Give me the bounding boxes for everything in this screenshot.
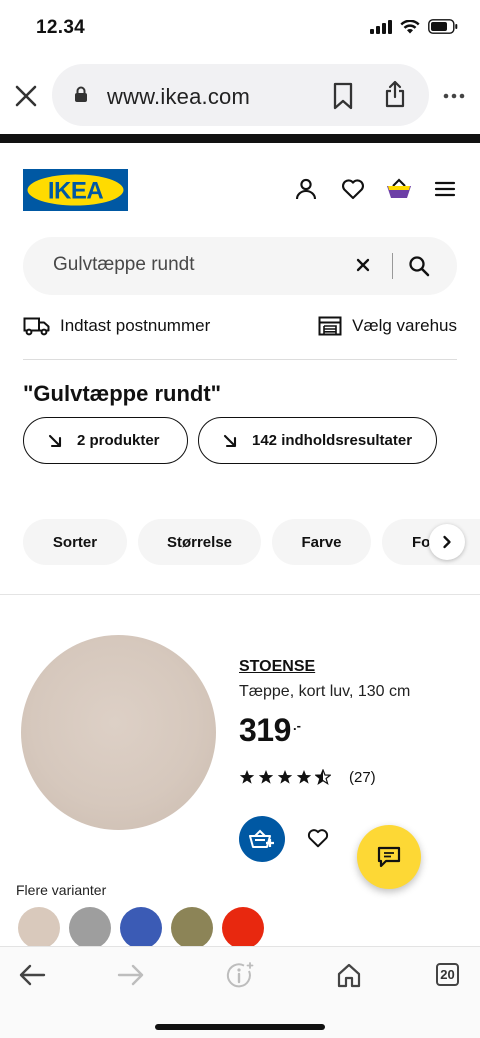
shopping-bag-icon[interactable] [386, 177, 412, 201]
url-text: www.ikea.com [107, 84, 250, 109]
star-icon [258, 770, 274, 784]
close-icon [15, 85, 37, 107]
star-icon [315, 769, 331, 785]
chevron-right-icon [443, 535, 451, 549]
close-tab-button[interactable] [12, 82, 40, 110]
product-description: Tæppe, kort luv, 130 cm [239, 683, 411, 700]
add-to-cart-icon [249, 829, 274, 848]
star-icon [277, 770, 293, 784]
filter-sort[interactable]: Sorter [23, 519, 127, 565]
wifi-icon [400, 19, 420, 33]
back-icon[interactable] [18, 962, 46, 988]
filter-color-label: Farve [301, 533, 342, 551]
product-price: 319 [239, 712, 291, 748]
product-name[interactable]: STOENSE [239, 658, 315, 676]
bookmark-icon[interactable] [332, 82, 354, 110]
store-icon [318, 316, 342, 336]
filter-size[interactable]: Størrelse [138, 519, 261, 565]
review-count[interactable]: (27) [349, 769, 376, 786]
results-heading: "Gulvtæppe rundt" [23, 381, 222, 406]
more-icon[interactable] [443, 93, 465, 99]
share-icon[interactable] [384, 80, 406, 108]
variants-label: Flere varianter [16, 882, 107, 898]
variant-swatch[interactable] [18, 907, 60, 949]
product-price-suffix: .- [293, 718, 301, 733]
search-icon[interactable] [408, 255, 430, 277]
browser-toolbar: 20 [0, 946, 480, 1038]
lock-icon [75, 86, 87, 102]
variant-swatch[interactable] [120, 907, 162, 949]
battery-icon [428, 19, 458, 34]
divider [23, 359, 457, 360]
add-to-favorites-icon[interactable] [307, 827, 329, 849]
filters-scroll-right-button[interactable] [429, 524, 465, 560]
store-label: Vælg varehus [352, 316, 457, 335]
tab-content-label: 142 indholdsresultater [252, 432, 413, 449]
postcode-label: Indtast postnummer [60, 316, 211, 335]
enter-postcode-link[interactable]: Indtast postnummer [23, 316, 210, 336]
clear-search-icon[interactable] [356, 258, 370, 272]
status-time: 12.34 [36, 17, 86, 38]
star-icon [296, 770, 312, 784]
home-icon[interactable] [336, 962, 362, 988]
tabs-count: 20 [440, 967, 455, 982]
filter-sort-label: Sorter [52, 533, 98, 551]
tab-content-results[interactable]: 142 indholdsresultater [198, 417, 437, 464]
add-to-cart-button[interactable] [239, 816, 285, 862]
menu-icon[interactable] [434, 177, 456, 201]
filter-color[interactable]: Farve [272, 519, 371, 565]
browser-bar: www.ikea.com [0, 60, 480, 130]
page-top-border [0, 134, 480, 143]
tab-products-label: 2 produkter [77, 432, 160, 449]
forward-icon[interactable] [117, 962, 145, 988]
arrow-down-right-icon [48, 434, 62, 447]
variant-swatch[interactable] [222, 907, 264, 949]
filter-more-label: Fo [412, 533, 431, 551]
ikea-logo-mark: IKEA [23, 169, 128, 211]
variant-swatch[interactable] [69, 907, 111, 949]
svg-text:IKEA: IKEA [48, 178, 104, 205]
product-rating [239, 769, 331, 785]
search-box [23, 237, 457, 295]
home-indicator [155, 1024, 325, 1030]
delivery-truck-icon [23, 317, 50, 336]
chat-icon [377, 846, 401, 868]
user-icon[interactable] [294, 177, 318, 201]
status-icons [370, 19, 458, 34]
star-icon [239, 770, 255, 784]
filter-size-label: Størrelse [166, 533, 233, 551]
status-bar: 12.34 [0, 0, 480, 56]
address-bar[interactable]: www.ikea.com [52, 64, 429, 126]
choose-store-link[interactable]: Vælg varehus [318, 316, 457, 336]
heart-icon[interactable] [341, 177, 365, 201]
ikea-logo[interactable]: IKEA [23, 169, 128, 211]
search-input[interactable] [53, 254, 333, 276]
arrow-down-right-icon [223, 434, 237, 447]
page-info-icon[interactable] [226, 962, 256, 990]
tabs-button[interactable]: 20 [436, 963, 459, 986]
search-divider [392, 253, 393, 279]
variant-swatch[interactable] [171, 907, 213, 949]
chat-button[interactable] [357, 825, 421, 889]
product-image[interactable] [21, 635, 216, 830]
signal-icon [370, 19, 392, 34]
tab-products[interactable]: 2 produkter [23, 417, 188, 464]
